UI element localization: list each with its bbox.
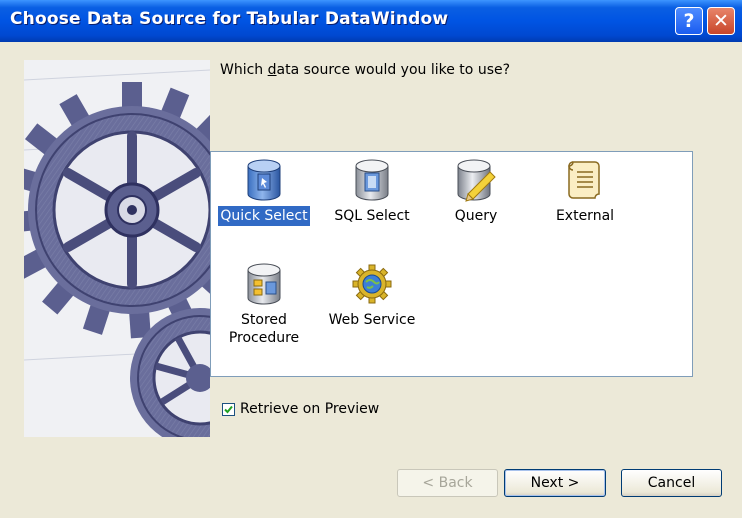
source-quick-select[interactable]: Quick Select bbox=[214, 158, 314, 226]
quick-select-icon bbox=[247, 159, 281, 201]
window-title: Choose Data Source for Tabular DataWindo… bbox=[10, 9, 449, 29]
gears-illustration bbox=[24, 60, 210, 437]
source-label: Web Service bbox=[328, 312, 416, 328]
data-source-prompt: Which data source would you like to use? bbox=[220, 62, 511, 78]
source-label: Query bbox=[454, 208, 498, 224]
web-service-icon bbox=[352, 264, 392, 304]
dialog-window: Choose Data Source for Tabular DataWindo… bbox=[0, 0, 742, 518]
checkmark-icon bbox=[224, 405, 233, 413]
data-source-list[interactable]: Quick Select SQL Select Query External S… bbox=[210, 151, 693, 377]
help-icon: ? bbox=[683, 10, 695, 32]
help-button[interactable]: ? bbox=[675, 7, 703, 35]
source-label: SQL Select bbox=[334, 208, 410, 224]
stored-procedure-icon bbox=[247, 263, 281, 305]
cancel-button[interactable]: Cancel bbox=[621, 469, 722, 497]
source-label: Stored Procedure bbox=[228, 312, 300, 346]
source-label: Quick Select bbox=[218, 206, 310, 226]
source-query[interactable]: Query bbox=[426, 158, 526, 226]
source-stored-procedure[interactable]: Stored Procedure bbox=[214, 262, 314, 348]
query-icon bbox=[457, 159, 496, 202]
back-button[interactable]: < Back bbox=[397, 469, 498, 497]
retrieve-on-preview-label: Retrieve on Preview bbox=[240, 401, 380, 417]
close-button[interactable]: ✕ bbox=[707, 7, 735, 35]
external-icon bbox=[568, 161, 600, 199]
source-sql-select[interactable]: SQL Select bbox=[322, 158, 422, 226]
title-bar[interactable]: Choose Data Source for Tabular DataWindo… bbox=[0, 0, 742, 42]
retrieve-on-preview-checkbox[interactable] bbox=[222, 402, 235, 416]
retrieve-on-preview-row[interactable]: Retrieve on Preview bbox=[222, 401, 379, 417]
source-label: External bbox=[555, 208, 615, 224]
sql-select-icon bbox=[355, 159, 389, 201]
mnemonic-d: d bbox=[267, 62, 277, 78]
close-icon: ✕ bbox=[713, 10, 729, 32]
source-external[interactable]: External bbox=[535, 158, 635, 226]
next-button[interactable]: Next > bbox=[504, 469, 606, 497]
gears-icon bbox=[24, 60, 210, 437]
source-web-service[interactable]: Web Service bbox=[322, 262, 422, 330]
